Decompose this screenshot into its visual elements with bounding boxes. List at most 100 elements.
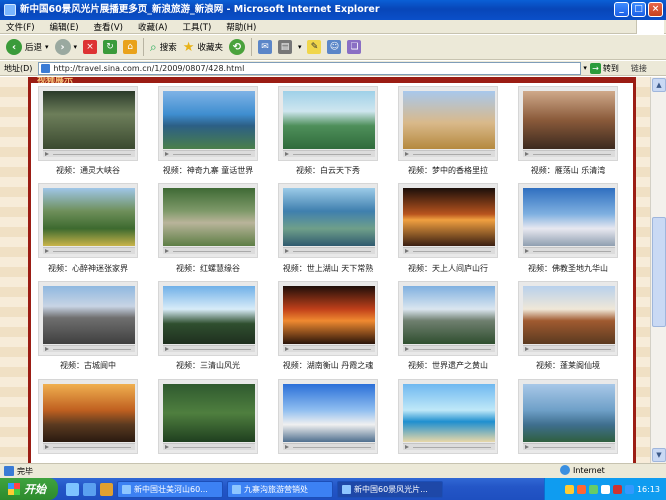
taskbar-item-1[interactable]: 新中国壮美河山60... <box>117 480 223 498</box>
video-controls[interactable] <box>43 443 135 450</box>
video-controls[interactable] <box>403 345 495 352</box>
address-dropdown-icon[interactable]: ▾ <box>583 64 587 72</box>
video-thumbnail[interactable] <box>43 91 135 149</box>
tray-icon[interactable] <box>576 484 586 494</box>
video-player[interactable] <box>518 86 618 161</box>
quick-ie-icon[interactable] <box>83 482 96 496</box>
stop-icon[interactable]: × <box>83 40 98 54</box>
show-desktop-icon[interactable] <box>66 482 79 496</box>
video-controls[interactable] <box>163 247 255 254</box>
video-controls[interactable] <box>43 150 135 157</box>
start-button[interactable]: 开始 <box>0 478 58 500</box>
video-thumbnail[interactable] <box>523 91 615 149</box>
tray-icon[interactable] <box>564 484 574 494</box>
video-thumbnail[interactable] <box>163 188 255 246</box>
video-player[interactable] <box>398 183 498 258</box>
search-button[interactable]: ⌕ 搜索 <box>150 37 177 57</box>
video-controls[interactable] <box>523 150 615 157</box>
vertical-scrollbar[interactable]: ▲ ▼ <box>650 77 666 463</box>
video-caption[interactable]: 视频：梦中的香格里拉 <box>388 165 508 176</box>
video-caption[interactable]: 视频：雁荡山 乐清湾 <box>508 165 628 176</box>
video-caption[interactable]: 视频：蓬莱阁仙境 <box>508 360 628 371</box>
video-caption[interactable]: 视频：湖南衡山 丹霞之魂 <box>268 360 388 371</box>
home-icon[interactable]: ⌂ <box>123 40 138 54</box>
video-controls[interactable] <box>163 345 255 352</box>
video-controls[interactable] <box>283 247 375 254</box>
video-thumbnail[interactable] <box>43 286 135 344</box>
video-thumbnail[interactable] <box>283 384 375 442</box>
video-controls[interactable] <box>43 247 135 254</box>
video-player[interactable] <box>398 86 498 161</box>
video-caption[interactable]: 视频：世界遗产之黄山 <box>388 360 508 371</box>
video-player[interactable] <box>398 379 498 454</box>
quick-folder-icon[interactable] <box>100 482 113 496</box>
video-controls[interactable] <box>523 443 615 450</box>
video-controls[interactable] <box>403 150 495 157</box>
video-controls[interactable] <box>283 443 375 450</box>
video-controls[interactable] <box>403 443 495 450</box>
video-player[interactable] <box>158 86 258 161</box>
scroll-up-icon[interactable]: ▲ <box>652 78 666 92</box>
taskbar-item-3[interactable]: 新中国60景风光片... <box>337 480 443 498</box>
links-button[interactable]: 链接 <box>631 63 647 74</box>
menu-help[interactable]: 帮助(H) <box>226 21 256 33</box>
edit-icon[interactable]: ✎ <box>307 40 322 54</box>
video-thumbnail[interactable] <box>523 188 615 246</box>
messenger-icon[interactable]: ☺ <box>327 40 342 54</box>
video-thumbnail[interactable] <box>163 384 255 442</box>
video-thumbnail[interactable] <box>43 384 135 442</box>
address-input[interactable]: http://travel.sina.com.cn/1/2009/0807/42… <box>38 61 582 75</box>
video-controls[interactable] <box>163 443 255 450</box>
video-thumbnail[interactable] <box>403 91 495 149</box>
tray-icon[interactable] <box>624 484 634 494</box>
video-caption[interactable]: 视频：世上湖山 天下常熟 <box>268 263 388 274</box>
tray-icon[interactable] <box>600 484 610 494</box>
video-thumbnail[interactable] <box>283 286 375 344</box>
video-caption[interactable]: 视频：天上人间庐山行 <box>388 263 508 274</box>
video-player[interactable] <box>278 281 378 356</box>
video-controls[interactable] <box>43 345 135 352</box>
video-controls[interactable] <box>403 247 495 254</box>
window-titlebar[interactable]: 新中国60景风光片展播更多页_新浪旅游_新浪网 - Microsoft Inte… <box>0 0 666 20</box>
video-thumbnail[interactable] <box>283 91 375 149</box>
video-caption[interactable]: 视频：通灵大峡谷 <box>28 165 148 176</box>
video-player[interactable] <box>38 86 138 161</box>
menu-view[interactable]: 查看(V) <box>94 21 123 33</box>
video-controls[interactable] <box>163 150 255 157</box>
video-thumbnail[interactable] <box>163 91 255 149</box>
tray-icon[interactable] <box>588 484 598 494</box>
tray-icon[interactable] <box>612 484 622 494</box>
video-player[interactable] <box>518 183 618 258</box>
video-player[interactable] <box>518 281 618 356</box>
scroll-down-icon[interactable]: ▼ <box>652 448 666 462</box>
video-caption[interactable]: 视频：佛教圣地九华山 <box>508 263 628 274</box>
video-player[interactable] <box>158 379 258 454</box>
video-thumbnail[interactable] <box>43 188 135 246</box>
video-thumbnail[interactable] <box>283 188 375 246</box>
video-caption[interactable]: 视频：三清山风光 <box>148 360 268 371</box>
favorites-button[interactable]: ★ 收藏夹 <box>183 37 223 57</box>
video-thumbnail[interactable] <box>523 384 615 442</box>
menu-tools[interactable]: 工具(T) <box>182 21 211 33</box>
go-button[interactable]: → 转到 <box>589 62 619 74</box>
mail-icon[interactable]: ✉ <box>257 40 272 54</box>
close-button[interactable]: × <box>648 2 663 17</box>
back-button[interactable]: ‹ 后退 ▾ <box>6 37 49 57</box>
video-thumbnail[interactable] <box>403 286 495 344</box>
maximize-button[interactable]: □ <box>631 2 646 17</box>
video-player[interactable] <box>278 86 378 161</box>
video-player[interactable] <box>38 183 138 258</box>
video-controls[interactable] <box>523 345 615 352</box>
video-caption[interactable]: 视频：神奇九寨 童话世界 <box>148 165 268 176</box>
menu-file[interactable]: 文件(F) <box>6 21 35 33</box>
video-player[interactable] <box>38 281 138 356</box>
video-caption[interactable]: 视频：白云天下秀 <box>268 165 388 176</box>
menu-favorites[interactable]: 收藏(A) <box>138 21 167 33</box>
video-controls[interactable] <box>283 345 375 352</box>
scroll-thumb[interactable] <box>652 217 666 327</box>
video-player[interactable] <box>398 281 498 356</box>
video-player[interactable] <box>278 379 378 454</box>
video-player[interactable] <box>158 183 258 258</box>
video-thumbnail[interactable] <box>403 384 495 442</box>
video-player[interactable] <box>278 183 378 258</box>
